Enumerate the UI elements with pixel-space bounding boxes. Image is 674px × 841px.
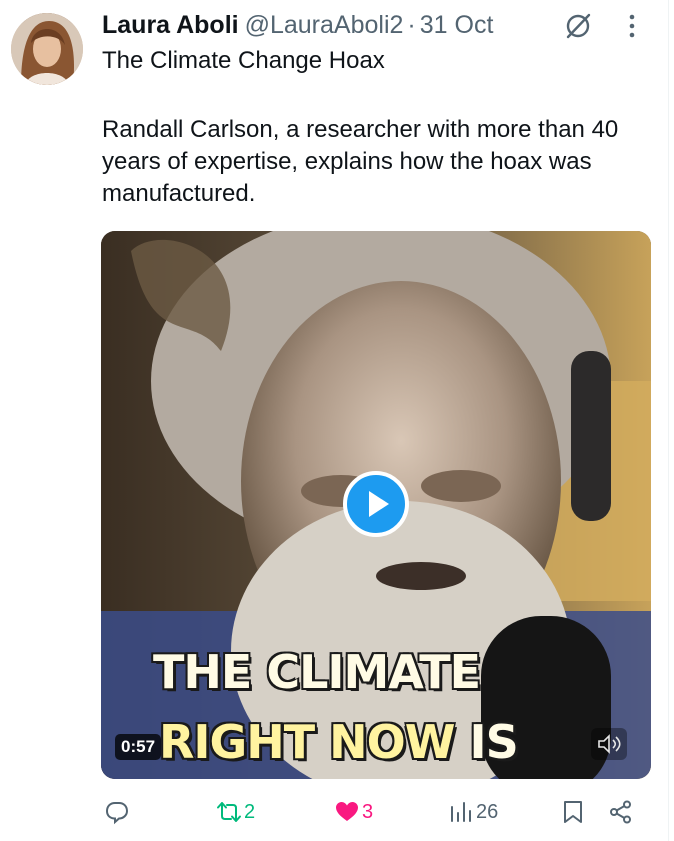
- tweet-date[interactable]: 31 Oct: [420, 9, 494, 41]
- avatar-image: [11, 13, 83, 85]
- separator-dot: ·: [407, 11, 416, 39]
- author-name[interactable]: Laura Aboli: [102, 9, 239, 41]
- views-icon: [451, 802, 471, 822]
- avatar[interactable]: [11, 13, 83, 85]
- like-count: 3: [362, 800, 374, 823]
- caption-highlight: RIGHT NOW: [159, 715, 456, 769]
- retweet-count: 2: [244, 800, 256, 823]
- share-button[interactable]: [608, 792, 634, 832]
- video-player[interactable]: THE CLIMATE RIGHT NOW IS 0:57: [101, 231, 651, 779]
- views-button[interactable]: 26: [448, 792, 498, 832]
- caption-rest: IS: [454, 715, 519, 769]
- reply-icon: [105, 802, 129, 825]
- mute-button[interactable]: [591, 728, 627, 760]
- play-button[interactable]: [343, 471, 409, 537]
- divider: [668, 0, 669, 841]
- like-icon: [336, 802, 358, 821]
- tweet-header: Laura Aboli @LauraAboli2 · 31 Oct: [102, 9, 493, 41]
- retweet-button[interactable]: 2: [216, 792, 255, 832]
- video-caption-line2: RIGHT NOW IS: [159, 715, 651, 769]
- video-caption-line1: THE CLIMATE: [153, 645, 481, 699]
- tweet-body: Randall Carlson, a researcher with more …: [102, 116, 619, 207]
- share-icon: [610, 800, 631, 824]
- bookmark-icon: [564, 801, 582, 823]
- mute-icon: [598, 734, 621, 754]
- action-bar: 2 3 26: [0, 792, 674, 832]
- play-icon: [369, 491, 389, 517]
- more-icon[interactable]: [618, 10, 646, 42]
- like-button[interactable]: 3: [334, 792, 373, 832]
- reply-button[interactable]: [104, 792, 132, 832]
- video-duration: 0:57: [115, 734, 162, 760]
- bookmark-button[interactable]: [560, 792, 586, 832]
- tweet-title: The Climate Change Hoax: [102, 47, 385, 74]
- retweet-icon: [217, 802, 241, 822]
- views-count: 26: [476, 800, 499, 823]
- grok-icon[interactable]: [562, 10, 594, 42]
- author-handle[interactable]: @LauraAboli2: [245, 9, 404, 41]
